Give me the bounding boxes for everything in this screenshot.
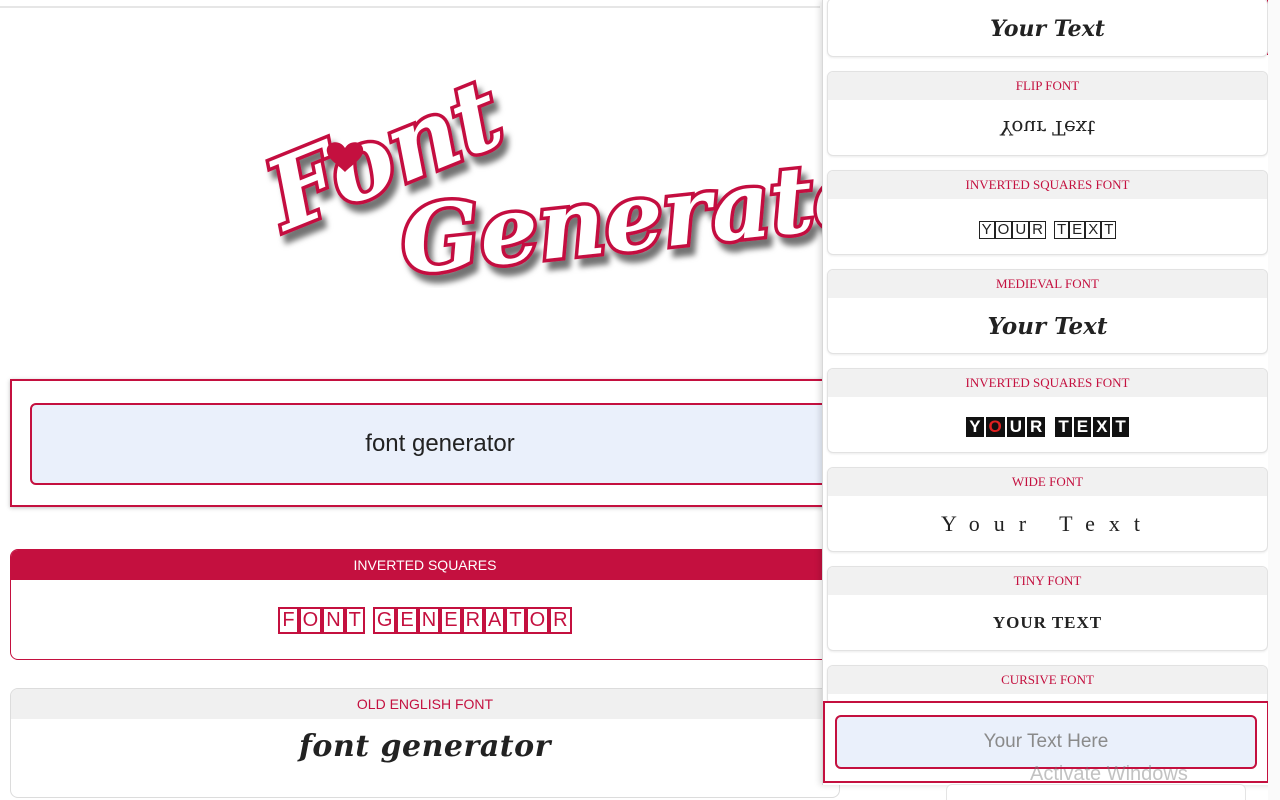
square-letter: E bbox=[1069, 221, 1086, 239]
scrollbar-track[interactable] bbox=[1268, 0, 1280, 800]
card-label: WIDE FONT bbox=[828, 468, 1267, 496]
windows-watermark: Activate Windows bbox=[1030, 763, 1188, 785]
result-card-inverted-squares[interactable]: INVERTED SQUARES FONTGENERATOR bbox=[10, 549, 840, 660]
square-letter: O bbox=[525, 607, 550, 634]
card-label: TINY FONT bbox=[828, 567, 1267, 595]
square-letter: R bbox=[549, 607, 572, 634]
panel-card-inverted-squares-filled[interactable]: INVERTED SQUARES FONT YOURTEXT bbox=[827, 368, 1268, 453]
square-letter: T bbox=[344, 607, 365, 634]
square-letter: E bbox=[440, 607, 462, 634]
panel-card-tiny[interactable]: TINY FONT YOUR TEXT bbox=[827, 566, 1268, 651]
site-logo[interactable]: Font Generator G bbox=[250, 18, 830, 288]
result-preview[interactable]: FONTGENERATOR bbox=[11, 580, 839, 634]
square-letter: O bbox=[298, 607, 323, 634]
panel-text-input[interactable] bbox=[835, 715, 1257, 769]
panel-card-flip[interactable]: FLIP FONT Your Text bbox=[827, 71, 1268, 156]
square-letter: T bbox=[1112, 417, 1129, 437]
preview-text: Your Text bbox=[941, 511, 1154, 536]
square-letter: X bbox=[1085, 221, 1102, 239]
square-letter: G bbox=[372, 607, 397, 634]
square-letter: R bbox=[461, 607, 485, 634]
square-letter: R bbox=[1029, 221, 1046, 239]
preview-text: Your Text bbox=[990, 15, 1105, 42]
square-letter: T bbox=[1101, 221, 1117, 239]
square-letter: E bbox=[396, 607, 418, 634]
preview-text: Your Text bbox=[999, 116, 1096, 140]
square-letter: O bbox=[994, 221, 1013, 239]
square-letter: Y bbox=[978, 221, 995, 239]
square-letter: U bbox=[1006, 417, 1026, 437]
preview-text: YOUR TEXT bbox=[992, 613, 1103, 632]
card-label: INVERTED SQUARES FONT bbox=[828, 171, 1267, 199]
card-label: INVERTED SQUARES FONT bbox=[828, 369, 1267, 397]
result-card-old-english[interactable]: OLD ENGLISH FONT font generator bbox=[10, 688, 840, 798]
main-input-card bbox=[10, 379, 850, 507]
card-label: MEDIEVAL FONT bbox=[828, 270, 1267, 298]
square-letter: T bbox=[1055, 417, 1072, 437]
square-letter: E bbox=[1073, 417, 1092, 437]
card-label: CURSIVE FONT bbox=[828, 666, 1267, 694]
result-label: INVERTED SQUARES bbox=[11, 550, 839, 580]
square-letter: N bbox=[417, 607, 441, 634]
main-text-input[interactable] bbox=[30, 403, 850, 485]
panel-card-inverted-squares-outline[interactable]: INVERTED SQUARES FONT YOURTEXT bbox=[827, 170, 1268, 255]
square-letter: O bbox=[985, 417, 1005, 437]
square-letter: X bbox=[1093, 417, 1111, 437]
panel-card-wide[interactable]: WIDE FONT Your Text bbox=[827, 467, 1268, 552]
panel-card-medieval[interactable]: MEDIEVAL FONT Your Text bbox=[827, 269, 1268, 354]
panel-card-top[interactable]: Your Text bbox=[827, 0, 1268, 57]
font-preview-panel[interactable]: Your Text FLIP FONT Your Text INVERTED S… bbox=[822, 0, 1280, 785]
preview-text: Your Text bbox=[987, 312, 1108, 340]
square-letter: N bbox=[322, 607, 345, 634]
inverted-squares-text: FONTGENERATOR bbox=[278, 607, 572, 634]
square-letter: A bbox=[484, 607, 506, 634]
square-letter: F bbox=[278, 607, 299, 634]
result-label: OLD ENGLISH FONT bbox=[11, 689, 839, 719]
square-letter: R bbox=[1027, 417, 1046, 437]
result-preview[interactable]: font generator bbox=[11, 719, 839, 764]
partial-card bbox=[946, 784, 1246, 800]
square-letter: U bbox=[1012, 221, 1030, 239]
square-letter: T bbox=[1054, 221, 1070, 239]
preview-text: YOURTEXT bbox=[978, 214, 1117, 240]
panel-card-cursive[interactable]: CURSIVE FONT bbox=[827, 665, 1268, 705]
card-label: FLIP FONT bbox=[828, 72, 1267, 100]
square-letter: Y bbox=[966, 417, 984, 437]
top-divider bbox=[0, 6, 820, 8]
old-english-text: font generator bbox=[299, 729, 551, 764]
square-letter: T bbox=[505, 607, 526, 634]
preview-text: YOURTEXT bbox=[965, 412, 1130, 438]
